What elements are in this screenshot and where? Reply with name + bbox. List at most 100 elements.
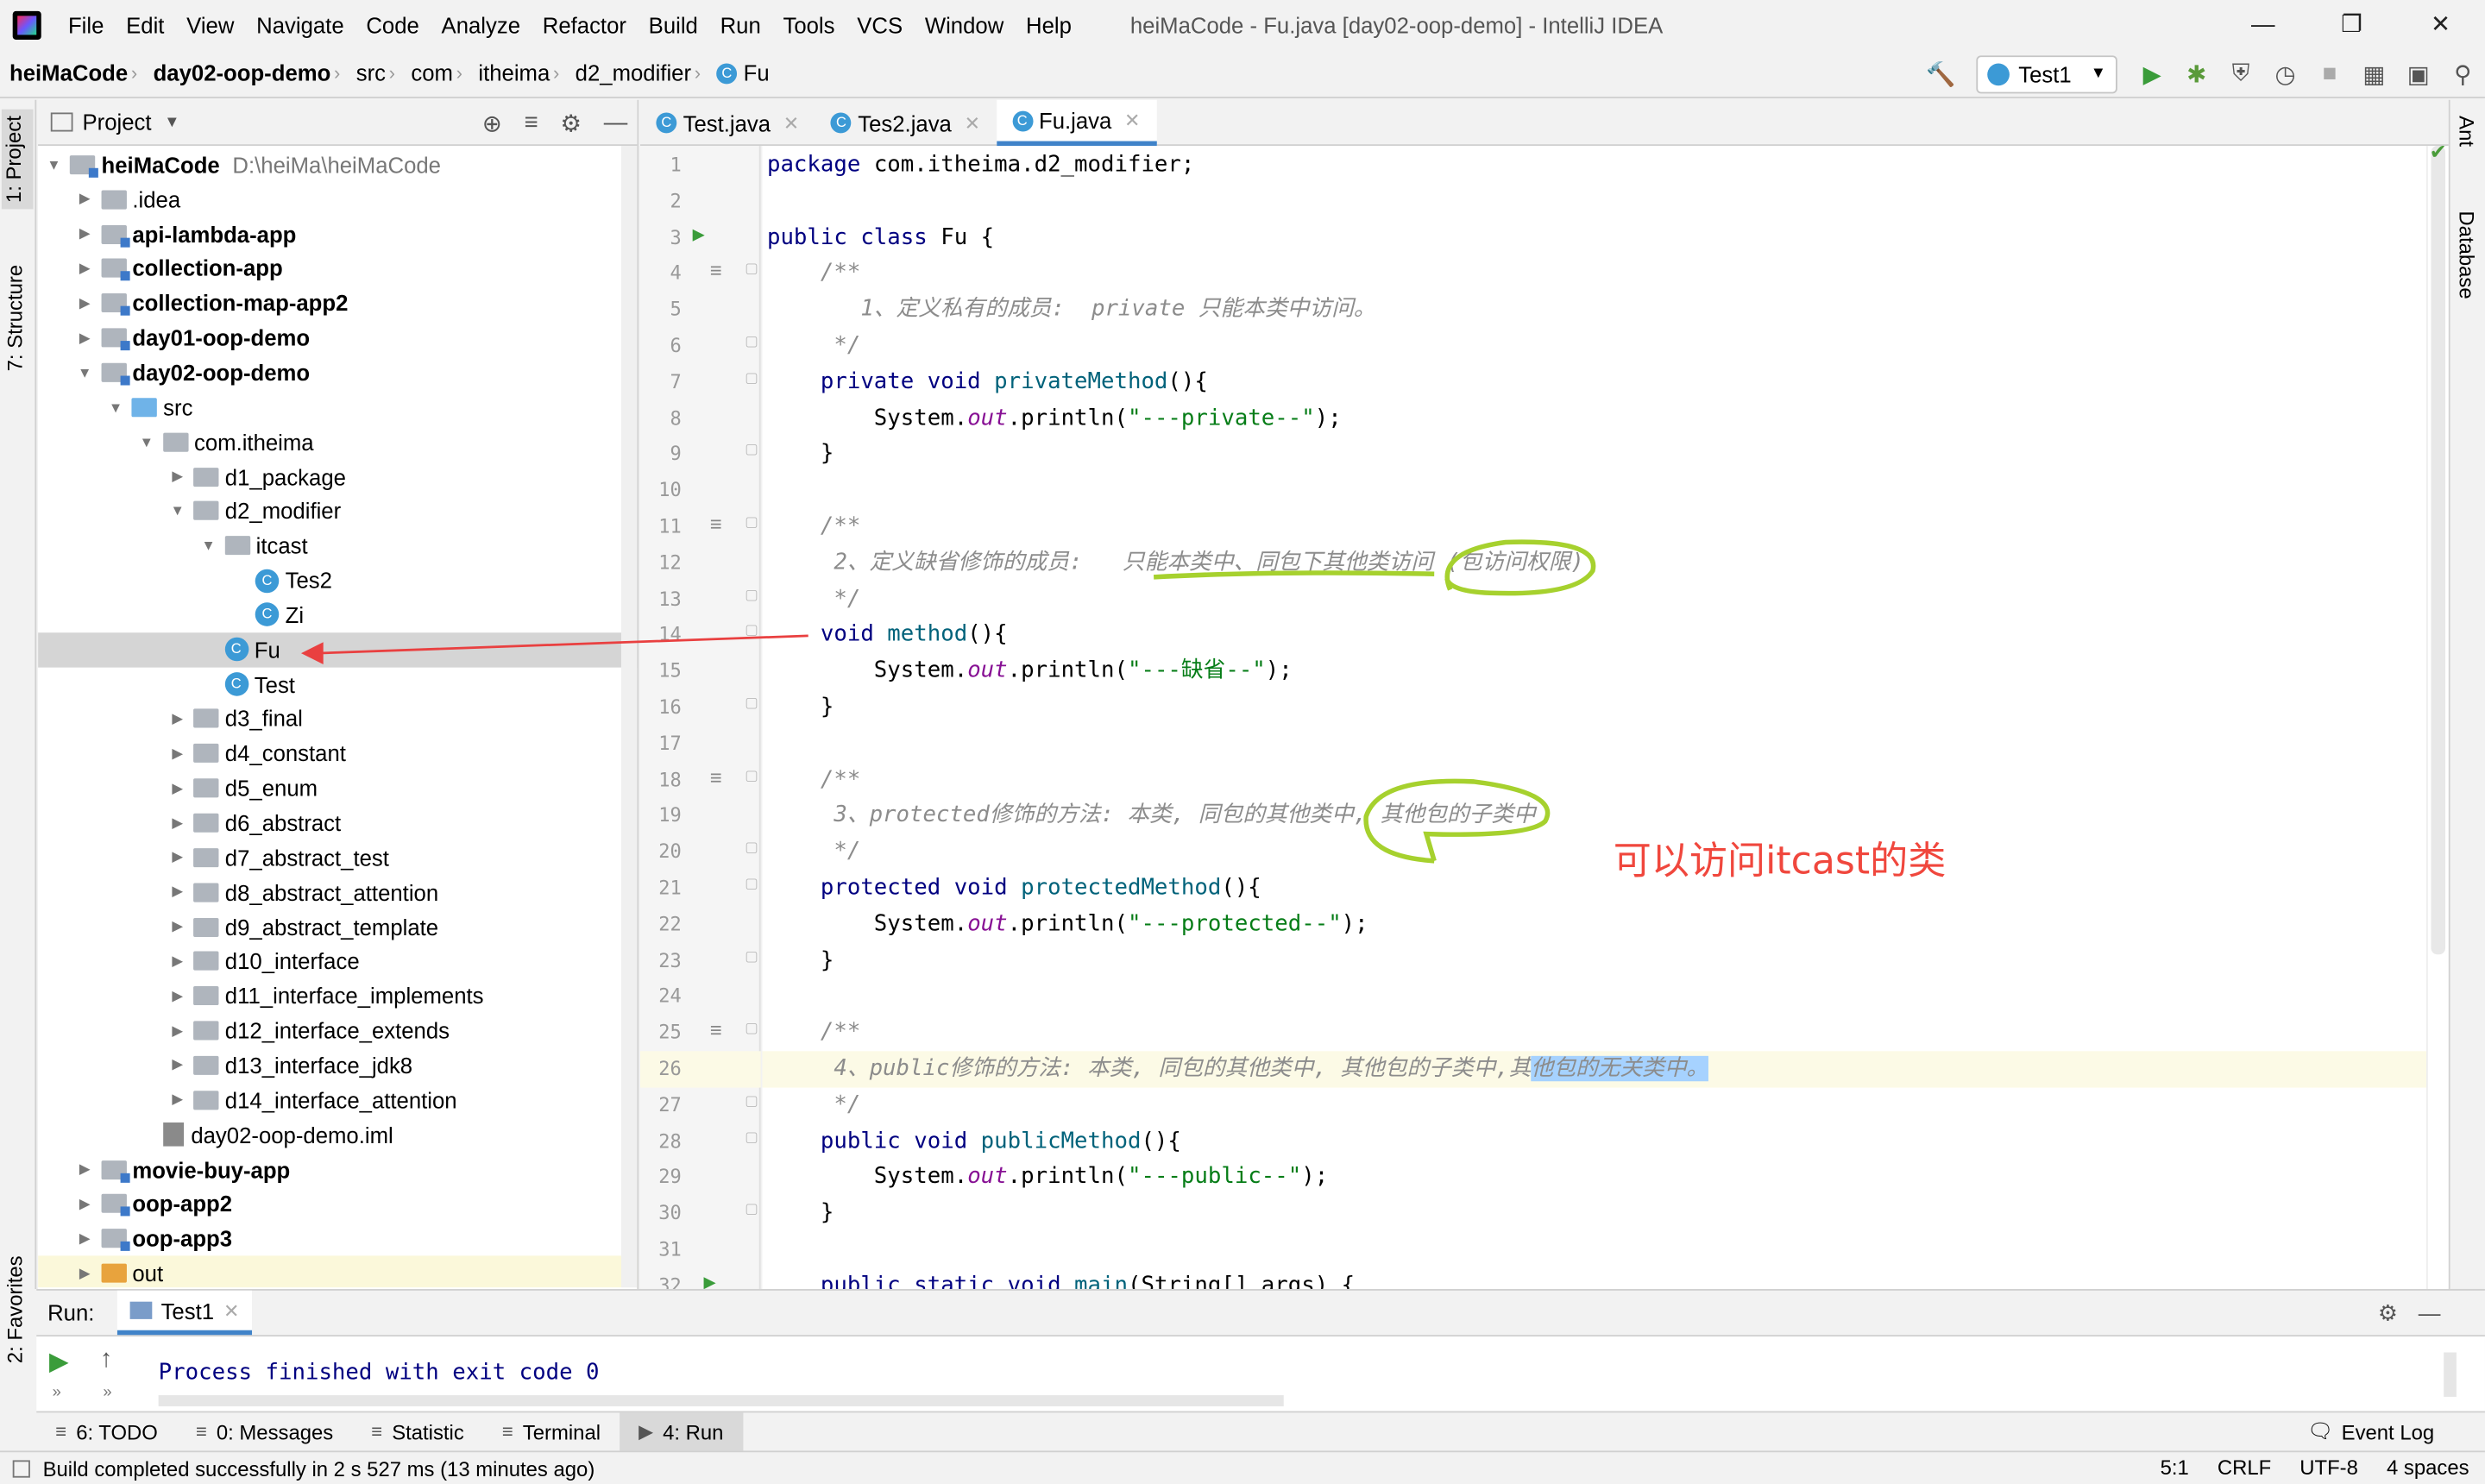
run-console[interactable]: ▶ ↑ » » Process finished with exit code … — [36, 1336, 2485, 1412]
expand-right-icon[interactable]: ▶ — [168, 1091, 187, 1109]
menu-run[interactable]: Run — [709, 12, 772, 37]
expand-right-icon[interactable]: ▶ — [168, 918, 187, 935]
tool-tab-ant[interactable]: Ant — [2455, 116, 2479, 147]
breadcrumb-item[interactable]: d2_modifier › — [566, 60, 708, 85]
expand-right-icon[interactable]: ▶ — [75, 1265, 94, 1282]
expand-down-icon[interactable]: ▼ — [168, 503, 187, 519]
fold-marker-icon[interactable]: ▢ — [745, 586, 758, 603]
more-icon[interactable]: » — [103, 1384, 111, 1401]
editor-tab[interactable]: C Test.java ✕ — [640, 100, 815, 146]
menu-edit[interactable]: Edit — [115, 12, 175, 37]
breadcrumb-item[interactable]: C Fu — [707, 60, 776, 85]
fold-marker-icon[interactable]: ▢ — [745, 1092, 758, 1110]
profile-icon[interactable]: ◷ — [2268, 56, 2302, 91]
build-hammer-icon[interactable]: 🔨 — [1923, 56, 1958, 91]
expand-down-icon[interactable]: ▼ — [106, 399, 125, 415]
close-icon[interactable]: ✕ — [2396, 0, 2485, 49]
tree-item[interactable]: C Test — [38, 667, 637, 701]
tree-item[interactable]: ▶ movie-buy-app — [38, 1152, 637, 1186]
fold-marker-icon[interactable]: ▢ — [745, 261, 758, 278]
expand-down-icon[interactable]: ▼ — [199, 538, 218, 553]
expand-right-icon[interactable]: ▶ — [168, 849, 187, 866]
project-view-selector[interactable]: Project — [83, 110, 152, 135]
menu-analyze[interactable]: Analyze — [431, 12, 532, 37]
menu-file[interactable]: File — [57, 12, 115, 37]
bottom-tab[interactable]: ≡ 0: Messages — [177, 1412, 352, 1451]
fold-marker-icon[interactable]: ▢ — [745, 1200, 758, 1217]
close-icon[interactable]: ✕ — [783, 112, 799, 135]
close-icon[interactable]: ✕ — [965, 112, 980, 135]
expand-right-icon[interactable]: ▶ — [75, 225, 94, 242]
fold-marker-icon[interactable]: ▢ — [745, 767, 758, 784]
fold-marker-icon[interactable]: ▢ — [745, 333, 758, 350]
tree-item[interactable]: ▶ d4_constant — [38, 736, 637, 770]
file-encoding[interactable]: UTF-8 — [2299, 1456, 2358, 1480]
menu-tools[interactable]: Tools — [772, 12, 846, 37]
console-scrollbar[interactable] — [158, 1395, 1284, 1406]
close-icon[interactable]: ✕ — [223, 1299, 239, 1322]
doc-comment-icon[interactable]: ≡ — [710, 512, 722, 537]
tree-item[interactable]: ▶ collection-app — [38, 251, 637, 286]
expand-right-icon[interactable]: ▶ — [168, 814, 187, 832]
tree-item[interactable]: ▶ .idea — [38, 182, 637, 217]
tree-item[interactable]: ▶ api-lambda-app — [38, 217, 637, 251]
expand-right-icon[interactable]: ▶ — [168, 468, 187, 485]
editor-scrollbar[interactable]: ✔ — [2425, 140, 2449, 1289]
doc-comment-icon[interactable]: ≡ — [710, 1018, 722, 1042]
arrow-up-icon[interactable]: ↑ — [100, 1346, 113, 1374]
chevron-down-icon[interactable]: ▼ — [164, 113, 179, 130]
tree-item[interactable]: ▶ d11_interface_implements — [38, 979, 637, 1014]
expand-right-icon[interactable]: ▶ — [75, 294, 94, 311]
tree-item[interactable]: ▶ d6_abstract — [38, 806, 637, 840]
bottom-tab[interactable]: ≡ Statistic — [352, 1412, 483, 1451]
breadcrumb-item[interactable]: src › — [347, 60, 402, 85]
hide-icon[interactable]: — — [604, 110, 628, 138]
indent-setting[interactable]: 4 spaces — [2387, 1456, 2469, 1480]
caret-position[interactable]: 5:1 — [2161, 1456, 2189, 1480]
gutter-run-class-icon[interactable]: ▶ — [693, 226, 705, 243]
collapse-all-icon[interactable]: ≡ — [525, 110, 538, 138]
tree-item[interactable]: ▶ oop-app2 — [38, 1186, 637, 1221]
hide-icon[interactable]: — — [2419, 1300, 2441, 1325]
search-icon[interactable]: ⚲ — [2445, 56, 2480, 91]
breadcrumb-item[interactable]: heiMaCode › — [0, 60, 144, 85]
expand-right-icon[interactable]: ▶ — [168, 953, 187, 970]
expand-down-icon[interactable]: ▼ — [44, 157, 63, 173]
run-icon[interactable]: ▶ — [2135, 56, 2169, 91]
stop-icon[interactable]: ■ — [2312, 56, 2347, 91]
more-icon[interactable]: » — [53, 1384, 61, 1401]
fold-marker-icon[interactable]: ▢ — [745, 695, 758, 712]
breadcrumb-item[interactable]: com › — [401, 60, 469, 85]
expand-right-icon[interactable]: ▶ — [75, 1195, 94, 1212]
close-icon[interactable]: ✕ — [1124, 110, 1140, 132]
tree-item[interactable]: C Fu — [38, 632, 638, 668]
tree-item[interactable]: ▶ d10_interface — [38, 944, 637, 978]
tree-item[interactable]: ▶ d14_interface_attention — [38, 1083, 637, 1117]
expand-right-icon[interactable]: ▶ — [168, 745, 187, 762]
expand-right-icon[interactable]: ▶ — [168, 883, 187, 901]
rerun-icon[interactable]: ▶ — [49, 1346, 69, 1378]
menu-navigate[interactable]: Navigate — [245, 12, 355, 37]
project-structure-icon[interactable]: ▦ — [2356, 56, 2391, 91]
tool-tab-favorites[interactable]: 2: Favorites — [3, 1249, 28, 1370]
menu-window[interactable]: Window — [914, 12, 1015, 37]
fold-marker-icon[interactable]: ▢ — [745, 622, 758, 639]
tree-item[interactable]: ▶ day01-oop-demo — [38, 321, 637, 355]
expand-right-icon[interactable]: ▶ — [168, 1057, 187, 1074]
fold-marker-icon[interactable]: ▢ — [745, 1129, 758, 1146]
fold-marker-icon[interactable]: ▢ — [745, 442, 758, 459]
menu-build[interactable]: Build — [638, 12, 709, 37]
menu-view[interactable]: View — [175, 12, 245, 37]
expand-down-icon[interactable]: ▼ — [75, 365, 94, 380]
fold-marker-icon[interactable]: ▢ — [745, 1020, 758, 1037]
tree-item[interactable]: ▶ collection-map-app2 — [38, 286, 637, 320]
status-toggle-icon[interactable] — [12, 1459, 30, 1477]
expand-right-icon[interactable]: ▶ — [168, 1022, 187, 1040]
tree-item[interactable]: ▶ d13_interface_jdk8 — [38, 1048, 637, 1083]
fold-marker-icon[interactable]: ▢ — [745, 947, 758, 965]
tree-item[interactable]: ▼ src — [38, 390, 637, 424]
console-vscrollbar[interactable] — [2444, 1352, 2457, 1397]
menu-code[interactable]: Code — [355, 12, 431, 37]
minimize-icon[interactable]: — — [2218, 0, 2307, 49]
locate-icon[interactable]: ⊕ — [482, 110, 502, 138]
